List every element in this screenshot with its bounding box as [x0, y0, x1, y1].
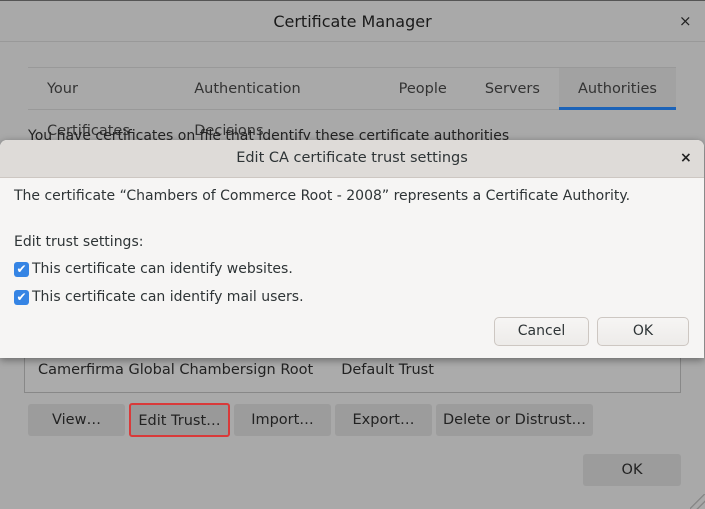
- tab-bar: Your Certificates Authentication Decisio…: [28, 67, 676, 139]
- cert-name: Camerfirma Global Chambersign Root: [38, 362, 314, 378]
- import-button[interactable]: Import…: [234, 404, 331, 436]
- tab-authorities[interactable]: Authorities: [558, 68, 676, 110]
- resize-grip-icon[interactable]: [690, 494, 705, 509]
- dialog-message: The certificate “Chambers of Commerce Ro…: [14, 188, 631, 204]
- delete-distrust-button[interactable]: Delete or Distrust…: [436, 404, 593, 436]
- checkbox-mail-users[interactable]: ✔ This certificate can identify mail user…: [14, 289, 304, 305]
- checkbox-label: This certificate can identify mail users…: [32, 289, 304, 305]
- main-titlebar: Certificate Manager ×: [0, 0, 705, 42]
- dialog-title: Edit CA certificate trust settings: [236, 150, 468, 166]
- cancel-button[interactable]: Cancel: [494, 317, 589, 346]
- export-button[interactable]: Export…: [335, 404, 432, 436]
- close-icon[interactable]: ×: [680, 150, 692, 166]
- tab-servers[interactable]: Servers: [466, 68, 559, 110]
- dialog-ok-button[interactable]: OK: [597, 317, 689, 346]
- window-title: Certificate Manager: [273, 12, 432, 31]
- dialog-header: Edit CA certificate trust settings ×: [0, 140, 704, 178]
- edit-trust-button[interactable]: Edit Trust…: [129, 403, 230, 437]
- checkbox-checked-icon[interactable]: ✔: [14, 261, 29, 277]
- tab-authentication-decisions[interactable]: Authentication Decisions: [175, 68, 379, 139]
- tab-people[interactable]: People: [380, 68, 466, 110]
- view-button[interactable]: View…: [28, 404, 125, 436]
- list-item[interactable]: Camerfirma Global Chambersign Root Defau…: [38, 362, 434, 378]
- close-icon[interactable]: ×: [679, 12, 692, 30]
- edit-ca-trust-dialog: Edit CA certificate trust settings × The…: [0, 140, 704, 358]
- checkbox-checked-icon[interactable]: ✔: [14, 289, 29, 305]
- checkbox-websites[interactable]: ✔ This certificate can identify websites.: [14, 261, 293, 277]
- tab-your-certificates[interactable]: Your Certificates: [28, 68, 175, 139]
- trust-settings-label: Edit trust settings:: [14, 234, 144, 250]
- checkbox-label: This certificate can identify websites.: [32, 261, 293, 277]
- ok-button[interactable]: OK: [583, 454, 681, 486]
- cert-trust: Default Trust: [341, 362, 434, 378]
